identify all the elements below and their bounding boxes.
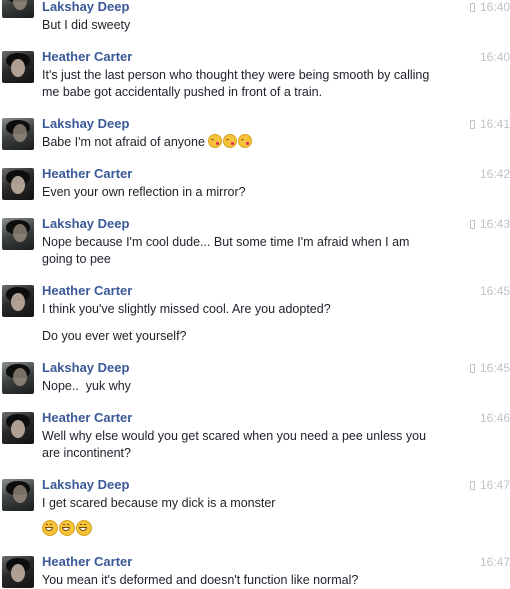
timestamp: 16:41 — [430, 117, 510, 131]
timestamp: 16:45 — [430, 361, 510, 375]
timestamp: 16:40 — [479, 50, 510, 64]
message-thread: Lakshay Deep 16:40 But I did sweety Heat… — [0, 0, 510, 589]
sender-name[interactable]: Heather Carter — [42, 554, 132, 569]
message-text: It's just the last person who thought th… — [42, 68, 430, 82]
sender-name[interactable]: Lakshay Deep — [42, 477, 129, 492]
message-group: Lakshay Deep 16:41 Babe I'm not afraid o… — [0, 116, 510, 157]
mobile-icon — [469, 120, 475, 129]
timestamp: 16:45 — [479, 284, 510, 298]
message-group: Lakshay Deep 16:43 Nope because I'm cool… — [0, 216, 510, 273]
avatar[interactable] — [2, 168, 34, 200]
face-throwing-kiss-icon — [223, 134, 238, 148]
grinning-face-icon — [76, 520, 92, 536]
emoji-line — [42, 520, 462, 538]
sender-name[interactable]: Lakshay Deep — [42, 216, 129, 231]
message-group: Heather Carter 16:47 You mean it's defor… — [0, 554, 510, 589]
message-group: Heather Carter 16:46 Well why else would… — [0, 410, 510, 467]
message-text: are incontinent? — [42, 446, 131, 460]
mobile-icon — [469, 220, 475, 229]
message-text: me babe got accidentally pushed in front… — [42, 85, 323, 99]
avatar[interactable] — [2, 118, 34, 150]
avatar[interactable] — [2, 51, 34, 83]
message-text: Do you ever wet yourself? — [42, 329, 187, 343]
avatar[interactable] — [2, 412, 34, 444]
message-group: Lakshay Deep 16:40 But I did sweety — [0, 0, 510, 40]
sender-name[interactable]: Lakshay Deep — [42, 360, 129, 375]
message-text: going to pee — [42, 252, 111, 266]
mobile-icon — [469, 3, 475, 12]
message-group: Heather Carter 16:42 Even your own refle… — [0, 166, 510, 207]
sender-name[interactable]: Lakshay Deep — [42, 0, 129, 14]
mobile-icon — [469, 364, 475, 373]
sender-name[interactable]: Heather Carter — [42, 49, 132, 64]
message-text: Nope because I'm cool dude... But some t… — [42, 235, 410, 249]
avatar[interactable] — [2, 0, 34, 18]
avatar[interactable] — [2, 218, 34, 250]
avatar[interactable] — [2, 285, 34, 317]
message-group: Heather Carter 16:45 I think you've slig… — [0, 283, 510, 348]
sender-name[interactable]: Heather Carter — [42, 283, 132, 298]
message-text: I think you've slightly missed cool. Are… — [42, 302, 331, 316]
avatar[interactable] — [2, 362, 34, 394]
timestamp: 16:47 — [430, 478, 510, 492]
face-throwing-kiss-icon — [208, 134, 223, 148]
sender-name[interactable]: Lakshay Deep — [42, 116, 129, 131]
timestamp: 16:46 — [479, 411, 510, 425]
sender-name[interactable]: Heather Carter — [42, 166, 132, 181]
timestamp: 16:47 — [479, 555, 510, 569]
message-group: Heather Carter 16:40 It's just the last … — [0, 49, 510, 106]
message-text: Nope.. yuk why — [42, 379, 131, 393]
message-text: Even your own reflection in a mirror? — [42, 185, 246, 199]
message-text: You mean it's deformed and doesn't funct… — [42, 573, 359, 587]
message-text: I get scared because my dick is a monste… — [42, 496, 276, 510]
message-group: Lakshay Deep 16:47 I get scared because … — [0, 477, 510, 542]
grinning-face-icon — [42, 520, 58, 536]
avatar[interactable] — [2, 556, 34, 588]
mobile-icon — [469, 481, 475, 490]
grinning-face-icon — [59, 520, 75, 536]
avatar[interactable] — [2, 479, 34, 511]
message-text: But I did sweety — [42, 18, 131, 32]
message-text: Babe I'm not afraid of anyone — [42, 134, 462, 151]
timestamp: 16:43 — [430, 217, 510, 231]
message-group: Lakshay Deep 16:45 Nope.. yuk why — [0, 360, 510, 401]
timestamp: 16:42 — [479, 167, 510, 181]
sender-name[interactable]: Heather Carter — [42, 410, 132, 425]
message-text: Well why else would you get scared when … — [42, 429, 427, 443]
face-throwing-kiss-icon — [238, 134, 253, 148]
timestamp: 16:40 — [430, 0, 510, 14]
